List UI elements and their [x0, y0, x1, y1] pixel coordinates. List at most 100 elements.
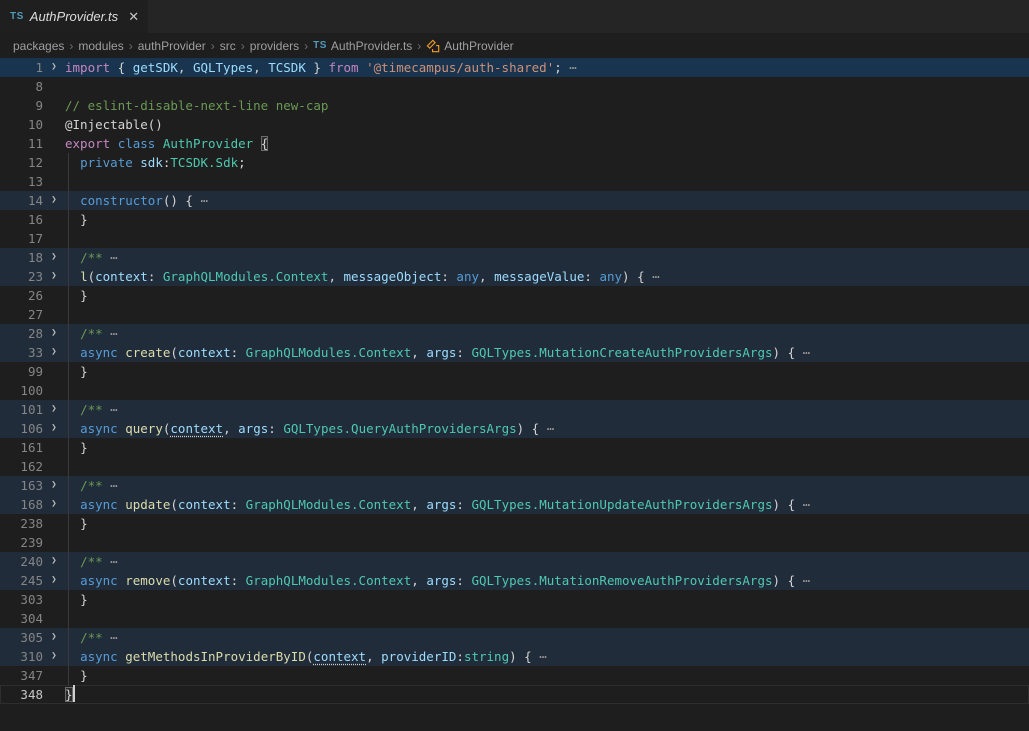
- code-text: /** ⋯: [65, 552, 1029, 571]
- indent-guide: [68, 514, 69, 533]
- code-text: [65, 609, 1029, 628]
- line-number: 100: [0, 381, 43, 400]
- fold-gutter: [43, 381, 65, 400]
- code-line[interactable]: 8: [0, 77, 1029, 96]
- fold-gutter: [43, 115, 65, 134]
- code-line[interactable]: 1❯import { getSDK, GQLTypes, TCSDK } fro…: [0, 58, 1029, 77]
- line-number: 305: [0, 628, 43, 647]
- fold-chevron-icon[interactable]: ❯: [43, 248, 65, 267]
- code-line[interactable]: 106❯ async query(context, args: GQLTypes…: [0, 419, 1029, 438]
- typescript-file-icon: TS: [10, 11, 24, 22]
- code-line[interactable]: 18❯ /** ⋯: [0, 248, 1029, 267]
- fold-gutter: [43, 96, 65, 115]
- code-text: async remove(context: GraphQLModules.Con…: [65, 571, 1029, 590]
- code-line[interactable]: 305❯ /** ⋯: [0, 628, 1029, 647]
- indent-guide: [68, 362, 69, 381]
- code-text: /** ⋯: [65, 400, 1029, 419]
- code-text: }: [65, 666, 1029, 685]
- code-text: }: [65, 514, 1029, 533]
- code-line[interactable]: 240❯ /** ⋯: [0, 552, 1029, 571]
- line-number: 8: [0, 77, 43, 96]
- fold-chevron-icon[interactable]: ❯: [43, 647, 65, 666]
- code-line[interactable]: 310❯ async getMethodsInProviderByID(cont…: [0, 647, 1029, 666]
- code-line[interactable]: 239: [0, 533, 1029, 552]
- chevron-right-icon: ›: [129, 39, 133, 53]
- breadcrumb-item-file[interactable]: TSAuthProvider.ts: [313, 39, 412, 53]
- fold-chevron-icon[interactable]: ❯: [43, 267, 65, 286]
- line-number: 168: [0, 495, 43, 514]
- breadcrumb-item-symbol[interactable]: AuthProvider: [426, 39, 513, 53]
- fold-chevron-icon[interactable]: ❯: [43, 324, 65, 343]
- code-line[interactable]: 162: [0, 457, 1029, 476]
- code-line[interactable]: 17: [0, 229, 1029, 248]
- code-line[interactable]: 161 }: [0, 438, 1029, 457]
- code-lines: 1❯import { getSDK, GQLTypes, TCSDK } fro…: [0, 58, 1029, 704]
- fold-gutter: [43, 514, 65, 533]
- code-line[interactable]: 348}: [0, 685, 1029, 704]
- code-line[interactable]: 238 }: [0, 514, 1029, 533]
- fold-chevron-icon[interactable]: ❯: [43, 400, 65, 419]
- fold-chevron-icon[interactable]: ❯: [43, 343, 65, 362]
- indent-guide: [68, 438, 69, 457]
- close-icon[interactable]: ✕: [128, 10, 139, 23]
- fold-gutter: [43, 134, 65, 153]
- fold-chevron-icon[interactable]: ❯: [43, 495, 65, 514]
- fold-gutter: [43, 533, 65, 552]
- tab-bar: TS AuthProvider.ts ✕: [0, 0, 1029, 33]
- fold-gutter: [43, 153, 65, 172]
- code-line[interactable]: 163❯ /** ⋯: [0, 476, 1029, 495]
- code-line[interactable]: 33❯ async create(context: GraphQLModules…: [0, 343, 1029, 362]
- code-text: [65, 457, 1029, 476]
- code-line[interactable]: 10@Injectable(): [0, 115, 1029, 134]
- code-line[interactable]: 101❯ /** ⋯: [0, 400, 1029, 419]
- indent-guide: [68, 533, 69, 552]
- code-line[interactable]: 303 }: [0, 590, 1029, 609]
- code-line[interactable]: 100: [0, 381, 1029, 400]
- line-number: 163: [0, 476, 43, 495]
- fold-gutter: [43, 590, 65, 609]
- indent-guide: [68, 647, 69, 666]
- line-number: 12: [0, 153, 43, 172]
- code-line[interactable]: 13: [0, 172, 1029, 191]
- line-number: 23: [0, 267, 43, 286]
- code-line[interactable]: 23❯ l(context: GraphQLModules.Context, m…: [0, 267, 1029, 286]
- code-line[interactable]: 16 }: [0, 210, 1029, 229]
- breadcrumb-item-authProvider[interactable]: authProvider: [138, 39, 206, 53]
- code-line[interactable]: 304: [0, 609, 1029, 628]
- code-line[interactable]: 168❯ async update(context: GraphQLModule…: [0, 495, 1029, 514]
- breadcrumb-item-src[interactable]: src: [220, 39, 236, 53]
- code-line[interactable]: 27: [0, 305, 1029, 324]
- editor[interactable]: 1❯import { getSDK, GQLTypes, TCSDK } fro…: [0, 58, 1029, 731]
- tab-title: AuthProvider.ts: [30, 9, 118, 24]
- breadcrumb-item-packages[interactable]: packages: [13, 39, 64, 53]
- breadcrumb-item-providers[interactable]: providers: [250, 39, 299, 53]
- breadcrumb-item-modules[interactable]: modules: [78, 39, 123, 53]
- indent-guide: [68, 153, 69, 172]
- fold-chevron-icon[interactable]: ❯: [43, 476, 65, 495]
- fold-chevron-icon[interactable]: ❯: [43, 58, 65, 77]
- tab-authprovider[interactable]: TS AuthProvider.ts ✕: [0, 0, 148, 33]
- indent-guide: [68, 324, 69, 343]
- fold-chevron-icon[interactable]: ❯: [43, 628, 65, 647]
- code-line[interactable]: 12 private sdk:TCSDK.Sdk;: [0, 153, 1029, 172]
- line-number: 1: [0, 58, 43, 77]
- line-number: 28: [0, 324, 43, 343]
- indent-guide: [68, 666, 69, 685]
- fold-chevron-icon[interactable]: ❯: [43, 571, 65, 590]
- line-number: 161: [0, 438, 43, 457]
- fold-chevron-icon[interactable]: ❯: [43, 191, 65, 210]
- fold-chevron-icon[interactable]: ❯: [43, 419, 65, 438]
- chevron-right-icon: ›: [417, 39, 421, 53]
- code-line[interactable]: 347 }: [0, 666, 1029, 685]
- code-line[interactable]: 9// eslint-disable-next-line new-cap: [0, 96, 1029, 115]
- code-line[interactable]: 245❯ async remove(context: GraphQLModule…: [0, 571, 1029, 590]
- code-line[interactable]: 11export class AuthProvider {: [0, 134, 1029, 153]
- code-line[interactable]: 99 }: [0, 362, 1029, 381]
- code-line[interactable]: 14❯ constructor() { ⋯: [0, 191, 1029, 210]
- code-line[interactable]: 26 }: [0, 286, 1029, 305]
- indent-guide: [68, 191, 69, 210]
- fold-chevron-icon[interactable]: ❯: [43, 552, 65, 571]
- fold-gutter: [43, 685, 65, 704]
- code-line[interactable]: 28❯ /** ⋯: [0, 324, 1029, 343]
- code-text: l(context: GraphQLModules.Context, messa…: [65, 267, 1029, 286]
